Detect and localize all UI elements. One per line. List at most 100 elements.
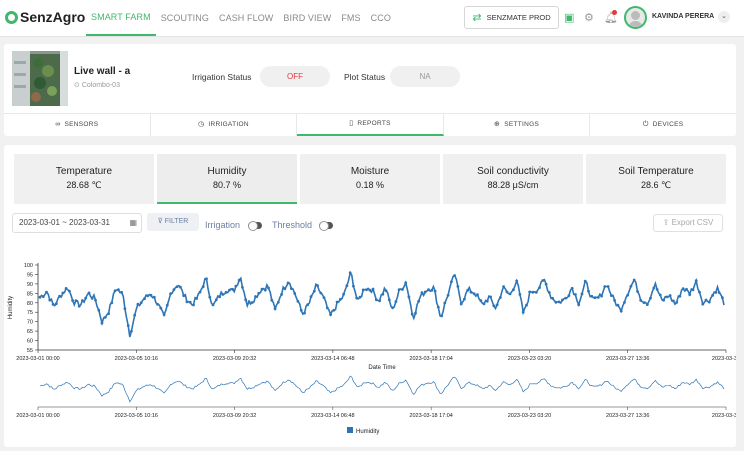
x-tick-label: 2023-03-14 06:48 <box>311 356 354 362</box>
data-point <box>126 324 130 327</box>
top-bar: SenzAgro SMART FARM SCOUTING CASH FLOW B… <box>0 0 744 37</box>
avatar[interactable] <box>624 6 647 29</box>
data-point <box>74 299 78 303</box>
data-point <box>231 287 235 291</box>
export-csv-button[interactable]: ⇪ Export CSV <box>653 214 723 232</box>
data-point <box>456 285 460 288</box>
data-point <box>273 307 277 311</box>
navigator-tick-label: 2023-03-09 20:32 <box>213 413 256 419</box>
data-point <box>691 288 695 292</box>
metric-moisture[interactable]: Moisture 0.18 % <box>300 154 440 204</box>
data-point <box>325 306 329 310</box>
tab-settings[interactable]: ⊕ SETTINGS <box>444 114 591 136</box>
legend-label: Humidity <box>356 429 379 435</box>
data-point <box>567 294 571 297</box>
data-point <box>564 296 568 300</box>
data-point <box>48 298 52 302</box>
threshold-toggle[interactable] <box>319 221 333 231</box>
tab-label: IRRIGATION <box>208 121 249 128</box>
data-point <box>345 284 349 288</box>
filter-button[interactable]: ⊽ FILTER <box>147 213 199 231</box>
data-point <box>244 298 248 302</box>
data-point <box>711 294 714 297</box>
data-point <box>133 313 137 317</box>
data-point <box>316 284 319 287</box>
data-point <box>404 281 408 285</box>
tab-reports[interactable]: ▯ REPORTS <box>297 114 444 136</box>
gear-icon[interactable]: ⚙ <box>584 11 594 24</box>
data-point <box>165 303 169 307</box>
org-switch-button[interactable]: ⇄ SENZMATE PROD <box>464 6 559 29</box>
translate-icon[interactable]: ▣ <box>564 11 574 24</box>
data-point <box>685 287 688 291</box>
data-point <box>632 278 636 282</box>
data-point <box>201 285 205 289</box>
data-point <box>707 300 711 304</box>
data-point <box>107 312 110 315</box>
data-point <box>342 292 345 296</box>
export-label: Export CSV <box>671 218 714 227</box>
clock-icon: ◷ <box>197 121 205 128</box>
tab-sensors[interactable]: ∞ SENSORS <box>4 114 151 136</box>
x-tick-label: 2023-03-01 00:00 <box>16 356 59 362</box>
tab-devices[interactable]: ⏻ DEVICES <box>590 114 736 136</box>
app-logo[interactable]: SenzAgro <box>5 9 85 25</box>
data-point <box>616 303 620 307</box>
data-point <box>714 291 718 294</box>
metric-soil-conductivity[interactable]: Soil conductivity 88.28 μS/cm <box>443 154 583 204</box>
nav-smart-farm[interactable]: SMART FARM <box>86 0 156 36</box>
date-range-picker[interactable]: 2023-03-01 ~ 2023-03-31 ▦ <box>12 213 142 233</box>
data-point <box>162 313 166 317</box>
date-range-value: 2023-03-01 ~ 2023-03-31 <box>19 218 110 227</box>
metric-tiles: Temperature 28.68 ℃ Humidity 80.7 % Mois… <box>14 154 726 204</box>
data-point <box>505 290 509 294</box>
data-point <box>169 292 173 296</box>
metric-temperature[interactable]: Temperature 28.68 ℃ <box>14 154 154 204</box>
data-point <box>681 287 685 291</box>
org-button-label: SENZMATE PROD <box>486 13 551 22</box>
metric-value: 28.68 ℃ <box>66 180 102 190</box>
data-point <box>453 274 456 277</box>
tab-label: REPORTS <box>357 120 391 127</box>
data-point <box>355 296 359 300</box>
data-point <box>672 299 675 303</box>
irrigation-toggle[interactable] <box>248 221 262 231</box>
data-point <box>276 300 280 304</box>
user-name: KAVINDA PERERA <box>652 13 715 20</box>
plot-status-label: Plot Status <box>344 72 386 82</box>
data-point <box>221 293 225 296</box>
data-point <box>515 279 519 283</box>
nav-cash-flow[interactable]: CASH FLOW <box>214 0 278 36</box>
data-point <box>485 299 489 303</box>
data-point <box>652 286 656 290</box>
data-point <box>45 290 48 294</box>
nav-fms[interactable]: FMS <box>336 0 365 36</box>
nav-bird-view[interactable]: BIRD VIEW <box>278 0 336 36</box>
metric-humidity[interactable]: Humidity 80.7 % <box>157 154 297 204</box>
data-point <box>603 285 607 288</box>
nav-scouting[interactable]: SCOUTING <box>156 0 214 36</box>
navigator-tick-label: 2023-03-01 00:00 <box>16 413 59 419</box>
data-point <box>149 293 153 297</box>
navigator-line <box>39 375 725 403</box>
navigator-tick-label: 2023-03-31 <box>712 413 736 419</box>
data-point <box>159 306 163 310</box>
tab-irrigation[interactable]: ◷ IRRIGATION <box>151 114 298 136</box>
tab-label: SETTINGS <box>504 121 540 128</box>
data-point <box>482 302 486 306</box>
data-point <box>260 287 264 291</box>
data-point <box>368 288 372 292</box>
data-point <box>662 298 665 302</box>
metric-value: 80.7 % <box>212 180 242 190</box>
data-point <box>329 313 332 316</box>
chevron-down-icon[interactable]: ⌄ <box>718 11 730 23</box>
metric-soil-temperature[interactable]: Soil Temperature 28.6 ℃ <box>586 154 726 204</box>
data-point <box>381 292 385 296</box>
data-point <box>626 293 630 297</box>
data-point <box>224 290 228 294</box>
nav-cco[interactable]: CCO <box>366 0 396 36</box>
data-point <box>185 300 189 304</box>
data-point <box>538 286 541 289</box>
data-point <box>51 303 55 306</box>
data-point <box>156 302 159 306</box>
